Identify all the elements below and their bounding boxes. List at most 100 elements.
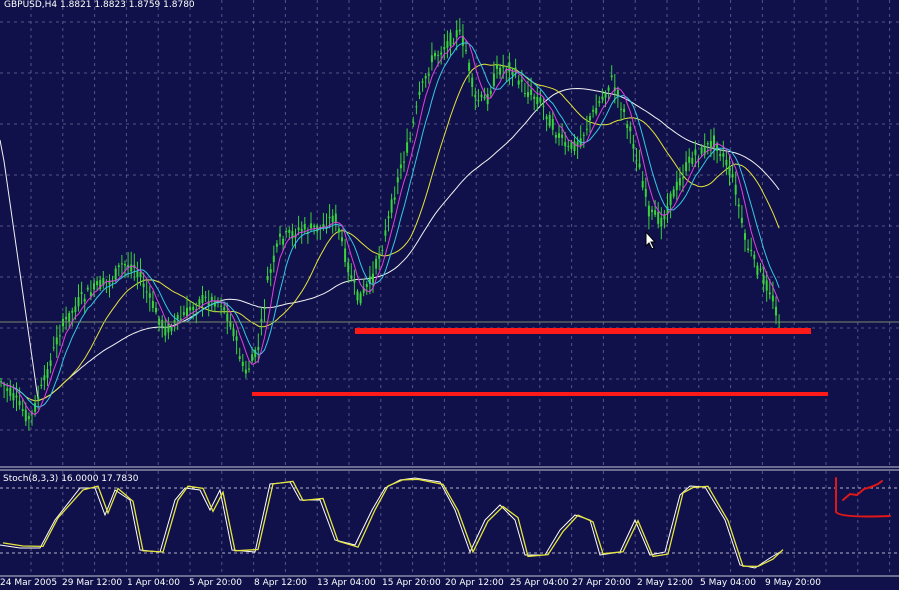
candle-body (74, 306, 77, 313)
candle-body (58, 335, 61, 337)
candle-body (375, 259, 378, 269)
price-chart-canvas[interactable] (0, 0, 899, 590)
candle-body (437, 54, 440, 56)
candle-body (151, 300, 154, 309)
candle-body (669, 193, 672, 206)
candle-body (182, 312, 185, 315)
candle-body (691, 157, 694, 164)
high-value: 1.8823 (94, 0, 126, 10)
candle-body (186, 307, 188, 317)
candle-body (430, 55, 433, 63)
candle-body (725, 159, 728, 166)
candle-body (275, 243, 278, 247)
candle-body (471, 77, 474, 87)
candle-body (161, 319, 164, 327)
x-axis-label: 1 Apr 04:00 (127, 578, 180, 588)
candle-body (542, 105, 545, 107)
candle-body (176, 314, 179, 320)
upper-support-line (355, 328, 811, 334)
candle-body (198, 299, 201, 305)
candle-body (523, 93, 526, 95)
candle-body (260, 319, 263, 322)
candle-body (768, 292, 771, 295)
candle-body (40, 384, 43, 387)
candle-body (558, 133, 560, 138)
candle-body (446, 41, 449, 48)
candle-body (561, 134, 564, 138)
x-axis-label: 25 Apr 04:00 (510, 578, 569, 588)
candle-body (682, 177, 684, 179)
candle-body (359, 293, 362, 304)
candle-body (403, 161, 405, 163)
candle-body (269, 269, 272, 273)
candle-body (632, 143, 635, 149)
candle-body (762, 274, 765, 285)
candle-body (263, 308, 266, 310)
candle-body (344, 248, 347, 263)
candle-body (334, 213, 337, 223)
candle-body (164, 327, 167, 336)
candle-body (232, 328, 235, 337)
candle-body (527, 92, 529, 97)
candle-body (728, 165, 731, 175)
candle-body (145, 291, 148, 293)
candle-body (582, 134, 585, 136)
candle-body (86, 287, 89, 290)
candle-body (365, 283, 368, 288)
candle-body (37, 396, 40, 400)
candle-body (638, 163, 641, 168)
x-axis-label: 20 Apr 12:00 (445, 578, 504, 588)
candle-body (570, 142, 573, 149)
chart-window[interactable]: GBPUSD,H4 1.8821 1.8823 1.8759 1.8780 St… (0, 0, 899, 590)
candle-body (148, 293, 151, 298)
candle-body (266, 276, 269, 281)
candle-body (418, 91, 421, 96)
candle-body (427, 74, 430, 76)
candle-body (722, 153, 725, 157)
candle-body (480, 94, 483, 98)
candle-body (393, 197, 396, 200)
candle-body (6, 388, 9, 391)
candle-body (9, 387, 12, 396)
x-axis-label: 2 May 12:00 (637, 578, 693, 588)
candle-body (771, 295, 774, 302)
candle-body (647, 205, 650, 217)
candle-body (297, 227, 300, 231)
candle-body (616, 89, 619, 95)
candle-body (474, 94, 477, 98)
candle-body (179, 318, 182, 320)
candle-body (55, 337, 58, 345)
candle-body (660, 217, 663, 227)
candle-body (251, 354, 254, 362)
candle-body (399, 164, 402, 169)
candle-body (96, 281, 99, 286)
candle-body (3, 384, 6, 386)
candle-body (155, 307, 157, 313)
candle-body (592, 109, 595, 112)
candle-body (424, 75, 427, 79)
candle-body (657, 212, 660, 224)
candle-body (381, 249, 384, 251)
candle-body (651, 209, 653, 212)
candle-body (765, 280, 768, 291)
candle-body (737, 204, 740, 207)
candle-body (220, 305, 223, 307)
candle-body (536, 96, 539, 105)
candle-body (740, 217, 743, 223)
candle-body (700, 147, 703, 154)
candle-body (396, 177, 399, 183)
candle-body (34, 402, 37, 412)
candle-body (595, 108, 598, 114)
candle-body (641, 180, 644, 188)
candle-body (300, 228, 303, 232)
candle-body (238, 356, 241, 360)
candle-body (688, 156, 691, 163)
candle-body (545, 116, 548, 120)
candle-body (62, 318, 64, 327)
mouse-pointer-icon (645, 231, 657, 250)
candle-body (477, 100, 480, 102)
candle-body (654, 210, 657, 215)
candle-body (675, 181, 678, 191)
x-axis-label: 13 Apr 04:00 (317, 578, 376, 588)
candle-body (415, 106, 418, 108)
